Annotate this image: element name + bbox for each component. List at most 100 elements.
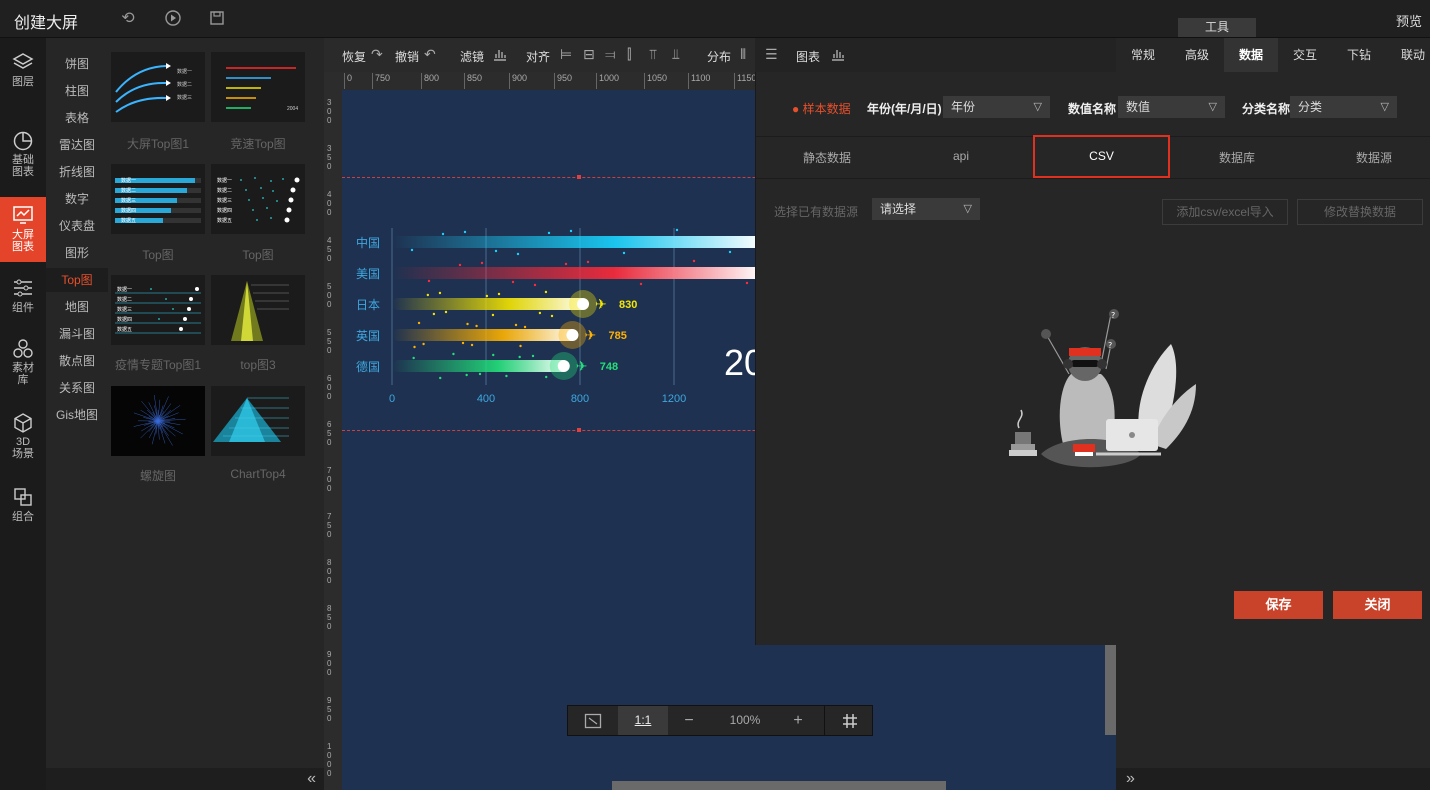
align-right-icon[interactable]: ⫤ [605, 46, 616, 63]
chart-x-tick: 0 [389, 393, 395, 405]
align-center-icon[interactable]: ⊟ [583, 46, 595, 63]
distribute-h-icon[interactable]: ⦀ [740, 46, 746, 63]
redo-button[interactable]: 恢复 [342, 48, 366, 65]
category-item[interactable]: 折线图 [46, 160, 108, 184]
category-item[interactable]: Top图 [46, 268, 108, 292]
value-name-select[interactable]: 数值 ▽ [1118, 96, 1225, 118]
distribute-v-icon[interactable]: ☰ [765, 46, 778, 63]
right-tab[interactable]: 数据 [1224, 38, 1278, 72]
category-item[interactable]: 图形 [46, 241, 108, 265]
undo-button[interactable]: 撤销 [395, 48, 419, 65]
rail-components[interactable]: 组件 [0, 278, 46, 320]
chart-bar [392, 236, 762, 248]
distribute-button[interactable]: 分布 [707, 48, 731, 65]
source-tab-datasource[interactable]: 数据源 [1356, 149, 1392, 166]
source-tab-csv[interactable]: CSV [1033, 135, 1170, 178]
right-tab[interactable]: 高级 [1170, 38, 1224, 72]
resize-handle[interactable] [577, 175, 581, 179]
category-item[interactable]: 仪表盘 [46, 214, 108, 238]
rail-layers[interactable]: 图层 [0, 52, 46, 102]
chart-particle [417, 321, 421, 325]
undo-icon[interactable]: ⟲ [118, 9, 138, 29]
tool-tab[interactable]: 工具 [1178, 18, 1256, 37]
thumbnail-chart-top4[interactable] [211, 386, 305, 456]
grid-icon[interactable] [824, 706, 874, 735]
thumbnail-top3[interactable] [211, 275, 305, 345]
chart-button[interactable]: 图表 [796, 48, 820, 65]
align-button[interactable]: 对齐 [526, 48, 550, 65]
right-tab[interactable]: 联动 [1386, 38, 1430, 72]
save-button[interactable]: 保存 [1234, 591, 1323, 619]
ruler-tick-label: 500 [327, 282, 332, 309]
ruler-top: 0 750 800 850 900 950 1000 1050 1100 1150 [342, 72, 755, 90]
ruler-tick-label: 900 [509, 73, 527, 89]
datasource-select[interactable]: 请选择 ▽ [872, 198, 980, 220]
rail-assets[interactable]: 素材库 [0, 338, 46, 394]
save-icon[interactable] [207, 9, 227, 29]
category-name-select[interactable]: 分类 ▽ [1290, 96, 1397, 118]
thumbnail-epidemic-top1[interactable]: 数据一 数据二 数据三 数据四 数据五 [111, 275, 205, 345]
category-item[interactable]: 雷达图 [46, 133, 108, 157]
chart-bar-head [557, 360, 570, 372]
thumbnail-big-screen-top1[interactable]: 数据一 数据二 数据三 [111, 52, 205, 122]
chart-particle [412, 356, 415, 360]
thumbnail-top-2[interactable]: 数据一 数据二 数据三 数据四 数据五 [211, 164, 305, 234]
sample-data-label: 样本数据 [802, 102, 851, 116]
category-item[interactable]: 表格 [46, 106, 108, 130]
rail-big-screen-chart[interactable]: 大屏图表 [0, 197, 46, 262]
vertical-scrollbar[interactable] [1105, 645, 1116, 735]
filter-button[interactable]: 滤镜 [460, 48, 484, 65]
fit-screen-icon[interactable] [568, 706, 618, 735]
category-item[interactable]: 散点图 [46, 349, 108, 373]
thumbnail-label: 疫情专题Top图1 [114, 358, 202, 372]
chart-bar-icon[interactable] [830, 46, 846, 65]
ruler-tick-label: 750 [372, 73, 390, 89]
zoom-bar: 1:1 − 100% + [567, 705, 873, 736]
rail-basic-chart[interactable]: 基础图表 [0, 130, 46, 186]
one-to-one-button[interactable]: 1:1 [618, 706, 668, 735]
align-left-icon[interactable]: ⊨ [560, 46, 572, 63]
align-top-icon[interactable]: ⫪ [649, 46, 657, 63]
close-button[interactable]: 关闭 [1333, 591, 1422, 619]
right-tab[interactable]: 下钻 [1332, 38, 1386, 72]
play-icon[interactable] [163, 9, 183, 29]
select-source-label: 选择已有数据源 [774, 205, 859, 219]
category-item[interactable]: 饼图 [46, 52, 108, 76]
ruler-tick-label: 1000 [327, 742, 332, 778]
preview-button[interactable]: 预览 [1396, 11, 1422, 30]
thumbnail-top[interactable]: 数据一 数据二 数据三 数据四 数据五 [111, 164, 205, 234]
source-tab-database[interactable]: 数据库 [1219, 149, 1255, 166]
source-tab-static[interactable]: 静态数据 [803, 149, 851, 166]
undo-arrow-icon[interactable]: ↶ [424, 46, 436, 63]
thumbnail-spiral[interactable] [111, 386, 205, 456]
source-tab-api[interactable]: api [953, 149, 969, 163]
cube-icon [12, 412, 34, 433]
category-item[interactable]: 地图 [46, 295, 108, 319]
category-item[interactable]: Gis地图 [46, 403, 108, 427]
collapse-left-icon[interactable]: « [307, 770, 316, 788]
rail-3d-scene[interactable]: 3D场景 [0, 412, 46, 468]
thumb-label: 数据一 [177, 69, 193, 75]
category-item[interactable]: 关系图 [46, 376, 108, 400]
bar-chart-icon[interactable] [492, 46, 508, 65]
ruler-left: 300 350 400 450 500 550 600 650 700 750 800 850 900 9… [324, 90, 342, 790]
right-tab[interactable]: 交互 [1278, 38, 1332, 72]
align-bottom-icon[interactable]: ⫫ [672, 46, 680, 63]
horizontal-scrollbar[interactable] [612, 781, 946, 790]
category-item[interactable]: 漏斗图 [46, 322, 108, 346]
thumbnail-race-top[interactable]: 2004 [211, 52, 305, 122]
category-item[interactable]: 数字 [46, 187, 108, 211]
redo-icon[interactable]: ↷ [371, 46, 383, 63]
year-select[interactable]: 年份 ▽ [943, 96, 1050, 118]
align-middle-icon[interactable]: ⫿ [627, 46, 631, 63]
category-item[interactable]: 柱图 [46, 79, 108, 103]
zoom-in-button[interactable]: + [783, 706, 813, 735]
zoom-out-button[interactable]: − [674, 706, 704, 735]
replace-data-button[interactable]: 修改替换数据 [1297, 199, 1423, 225]
rail-group[interactable]: 组合 [0, 487, 46, 529]
import-csv-button[interactable]: 添加csv/excel导入 [1162, 199, 1288, 225]
thumbnail-label: top图3 [240, 358, 276, 372]
right-tab[interactable]: 常规 [1116, 38, 1170, 72]
layers-icon [12, 52, 34, 72]
collapse-right-icon[interactable]: » [1126, 770, 1135, 788]
